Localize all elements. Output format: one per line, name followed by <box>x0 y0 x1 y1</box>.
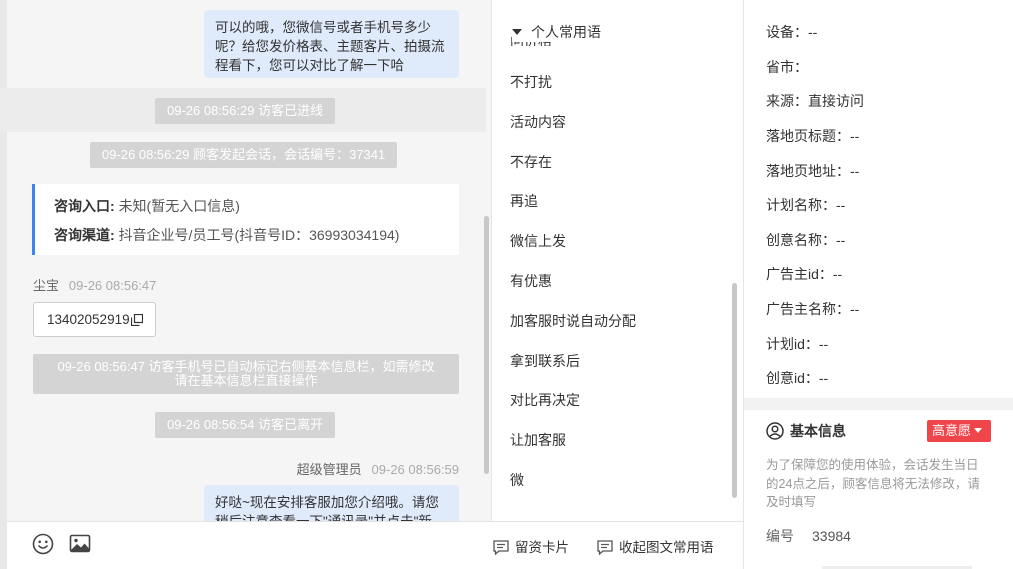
system-message-leave: 09-26 08:56:54 访客已离开 <box>155 412 336 438</box>
phrases-header[interactable]: 个人常用语 <box>512 22 605 42</box>
phrase-item[interactable]: 对比再决定 <box>510 390 580 410</box>
info-device: 设备：-- <box>766 24 818 40</box>
channel-label: 咨询渠道: <box>54 227 115 243</box>
phrase-item[interactable]: 让加客服 <box>510 430 566 450</box>
leave-card-button[interactable]: 留资卡片 <box>493 536 569 556</box>
info-advertiser-name: 广告主名称：-- <box>766 301 860 317</box>
caret-down-icon <box>974 428 983 433</box>
visitor-time: 09-26 08:56:47 <box>68 278 157 293</box>
collapse-phrases-label: 收起图文常用语 <box>619 540 714 555</box>
id-label: 编号 <box>766 528 794 544</box>
message-card-icon <box>493 540 509 556</box>
id-value: 33984 <box>812 528 851 544</box>
edit-notice: 为了保障您的使用体验，会话发生当日的24点之后，顾客信息将无法修改，请及时填写 <box>766 458 980 509</box>
info-landing-title: 落地页标题：-- <box>766 128 860 144</box>
inquiry-info-card: 咨询入口: 未知(暂无入口信息) 咨询渠道: 抖音企业号/员工号(抖音号ID：3… <box>32 184 459 255</box>
collapse-phrases-button[interactable]: 收起图文常用语 <box>597 536 714 556</box>
copy-icon[interactable] <box>131 314 143 326</box>
info-plan-name: 计划名称：-- <box>766 197 846 213</box>
phrase-item[interactable]: 活动内容 <box>510 112 566 132</box>
agent-meta: 超级管理员 09-26 08:56:59 <box>297 459 459 478</box>
phrase-item[interactable]: 不打扰 <box>510 72 552 92</box>
channel-value: 抖音企业号/员工号(抖音号ID：36993034194) <box>118 227 400 243</box>
phrase-item[interactable]: 拿到联系后 <box>510 351 580 371</box>
entry-row: 咨询入口: 未知(暂无入口信息) <box>54 196 240 216</box>
visitor-meta: 尘宝 09-26 08:56:47 <box>33 275 156 294</box>
left-edge <box>0 0 7 569</box>
user-circle-icon <box>766 422 784 440</box>
channel-row: 咨询渠道: 抖音企业号/员工号(抖音号ID：36993034194) <box>54 225 399 245</box>
phrase-item[interactable]: 微 <box>510 470 524 490</box>
system-message-enter: 09-26 08:56:29 访客已进线 <box>155 98 336 124</box>
agent-time: 09-26 08:56:59 <box>371 462 459 477</box>
entry-label: 咨询入口: <box>54 198 115 214</box>
system-message-session: 09-26 08:56:29 顾客发起会话，会话编号：37341 <box>90 142 398 168</box>
smile-icon[interactable] <box>31 532 55 556</box>
phrases-panel: 问价格 个人常用语 不打扰 活动内容 不存在 再追 微信上发 有优惠 加客服时说… <box>491 0 743 521</box>
info-advertiser-id: 广告主id：-- <box>766 266 843 282</box>
phrases-header-label: 个人常用语 <box>531 24 601 40</box>
basic-info-title: 基本信息 <box>790 423 846 439</box>
visitor-name[interactable]: 尘宝 <box>33 278 59 293</box>
info-plan-id: 计划id：-- <box>766 336 829 352</box>
chat-panel: 可以的哦，您微信号或者手机号多少呢？给您发价格表、主题客片、拍摄流程看下，您可以… <box>0 0 491 569</box>
basic-info-header: 基本信息 <box>766 421 846 441</box>
image-icon[interactable] <box>68 532 92 556</box>
agent-name: 超级管理员 <box>296 462 362 477</box>
info-creative-id: 创意id：-- <box>766 370 829 386</box>
info-landing-url: 落地页地址：-- <box>766 163 860 179</box>
visitor-phone-message[interactable]: 13402052919 <box>33 302 156 337</box>
section-divider <box>744 398 1013 410</box>
system-message-phone: 09-26 08:56:47 访客手机号已自动标记右侧基本信息栏，如需修改 请在… <box>33 354 459 394</box>
phrase-item[interactable]: 有优惠 <box>510 271 552 291</box>
phone-number: 13402052919 <box>47 312 130 327</box>
phrase-item[interactable]: 不存在 <box>510 152 552 172</box>
customer-id-row: 编号 33984 <box>766 526 851 546</box>
intent-level-dropdown[interactable]: 高意愿 <box>927 420 991 442</box>
info-province: 省市： <box>766 59 808 75</box>
phrase-item[interactable]: 再追 <box>510 191 538 211</box>
intent-level-label: 高意愿 <box>932 423 972 438</box>
outgoing-message: 可以的哦，您微信号或者手机号多少呢？给您发价格表、主题客片、拍摄流程看下，您可以… <box>204 10 459 78</box>
message-icon <box>597 540 613 556</box>
chat-scrollbar[interactable] <box>484 216 489 474</box>
entry-value: 未知(暂无入口信息) <box>118 198 240 214</box>
phrase-item[interactable]: 微信上发 <box>510 231 566 251</box>
phrases-scrollbar[interactable] <box>732 283 737 498</box>
info-creative-name: 创意名称：-- <box>766 232 846 248</box>
caret-down-icon <box>512 29 522 35</box>
info-source: 来源：直接访问 <box>766 93 864 109</box>
leave-card-label: 留资卡片 <box>515 540 569 555</box>
input-toolbar: 留资卡片 收起图文常用语 <box>7 521 743 569</box>
phrase-item[interactable]: 加客服时说自动分配 <box>510 311 636 331</box>
visitor-info-panel: 设备：-- 省市： 来源：直接访问 落地页标题：-- 落地页地址：-- 计划名称… <box>743 0 1013 569</box>
